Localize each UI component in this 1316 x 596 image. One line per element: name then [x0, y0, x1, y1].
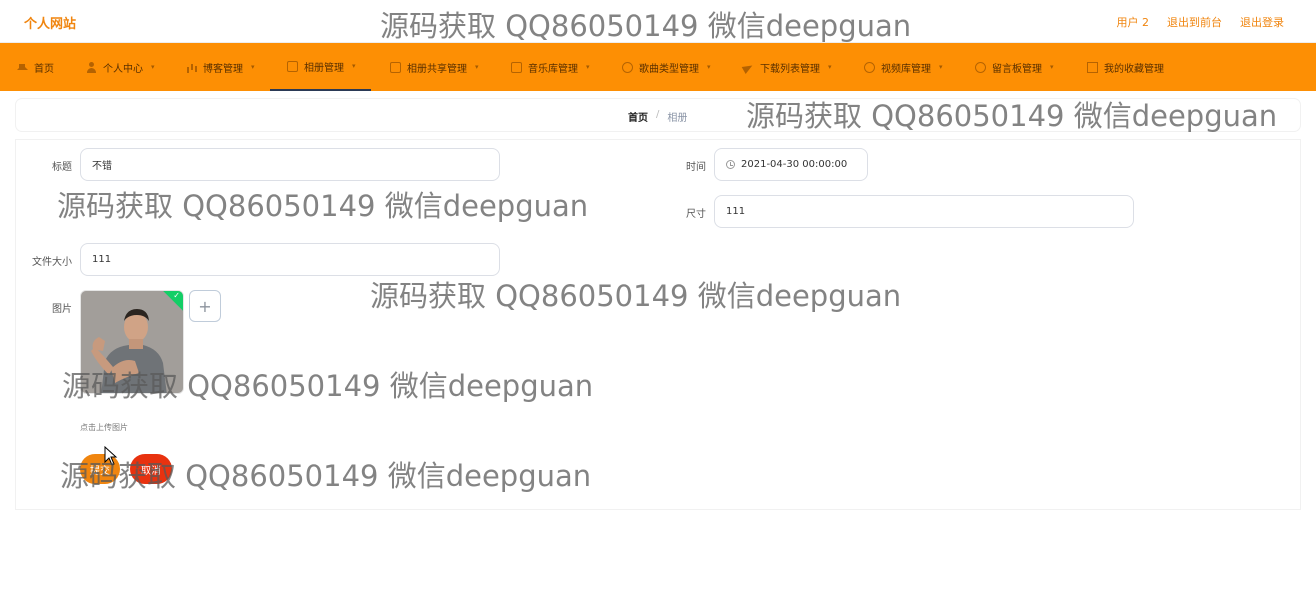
power-icon — [975, 61, 986, 73]
nav-label: 视频库管理 — [881, 63, 931, 75]
add-image-button[interactable]: + — [189, 290, 221, 322]
user-label[interactable]: 用户 2 — [1117, 14, 1150, 30]
chevron-down-icon: ▾ — [251, 63, 255, 71]
site-title: 个人网站 — [24, 17, 77, 32]
nav-item-blog[interactable]: 博客管理 ▾ — [186, 43, 255, 91]
nav-item-home[interactable]: 首页 — [17, 43, 54, 91]
nav-item-video[interactable]: 视频库管理 ▾ — [864, 43, 943, 91]
person-photo — [81, 291, 183, 393]
nav-item-favorites[interactable]: 我的收藏管理 — [1087, 43, 1164, 91]
breadcrumb-card: 首页 / 相册 — [16, 99, 1300, 131]
clock-icon — [726, 160, 735, 169]
nav-label: 相册管理 — [304, 62, 344, 74]
nav-item-album-share[interactable]: 相册共享管理 ▾ — [390, 43, 479, 91]
nav-item-music[interactable]: 音乐库管理 ▾ — [511, 43, 590, 91]
chevron-down-icon: ▾ — [707, 63, 711, 71]
chevron-down-icon: ▾ — [352, 62, 356, 70]
plane-icon — [743, 62, 754, 73]
nav-item-album[interactable]: 相册管理 ▾ — [270, 43, 371, 91]
nav-label: 首页 — [34, 63, 54, 75]
video-icon — [864, 61, 875, 73]
chevron-down-icon: ▾ — [475, 63, 479, 71]
time-picker[interactable]: 2021-04-30 00:00:00 — [714, 148, 868, 181]
chevron-down-icon: ▾ — [939, 63, 943, 71]
size-value: 111 — [726, 206, 746, 217]
chevron-down-icon: ▾ — [1050, 63, 1054, 71]
cancel-button[interactable]: 取消 — [130, 454, 172, 484]
nav-label: 歌曲类型管理 — [639, 63, 699, 75]
breadcrumb: 首页 / 相册 — [628, 109, 687, 124]
nav-label: 博客管理 — [203, 63, 243, 75]
time-value: 2021-04-30 00:00:00 — [741, 159, 848, 170]
nav-item-guestbook[interactable]: 留言板管理 ▾ — [975, 43, 1054, 91]
circle-icon — [622, 61, 633, 73]
title-input[interactable]: 不错 — [80, 148, 500, 181]
bar-chart-icon — [186, 62, 197, 73]
breadcrumb-separator: / — [656, 109, 660, 120]
check-icon: ✓ — [173, 291, 180, 300]
share-icon — [390, 61, 401, 73]
nav-label: 音乐库管理 — [528, 63, 578, 75]
filesize-input[interactable]: 111 — [80, 243, 500, 276]
title-value: 不错 — [92, 161, 112, 172]
nav-label: 相册共享管理 — [407, 63, 467, 75]
chevron-down-icon: ▾ — [828, 63, 832, 71]
upload-tip: 点击上传图片 — [80, 423, 128, 432]
breadcrumb-current: 相册 — [667, 113, 688, 124]
size-input[interactable]: 111 — [714, 195, 1134, 228]
page: 个人网站 用户 2 退出到前台 退出登录 首页 个人中心 ▾ 博客管理 ▾ 相册… — [0, 0, 1316, 596]
front-link[interactable]: 退出到前台 — [1167, 14, 1222, 30]
top-header: 个人网站 用户 2 退出到前台 退出登录 — [0, 0, 1316, 43]
breadcrumb-home[interactable]: 首页 — [628, 109, 648, 124]
chevron-down-icon: ▾ — [586, 63, 590, 71]
header-actions: 用户 2 退出到前台 退出登录 — [1117, 14, 1285, 30]
main-nav: 首页 个人中心 ▾ 博客管理 ▾ 相册管理 ▾ 相册共享管理 ▾ 音乐库管理 ▾ — [0, 43, 1316, 91]
filesize-label: 文件大小 — [32, 257, 72, 268]
nav-label: 我的收藏管理 — [1104, 63, 1164, 75]
mouse-cursor-icon — [104, 446, 118, 466]
uploaded-photo[interactable]: ✓ — [80, 290, 184, 394]
size-label: 尺寸 — [686, 209, 706, 220]
album-icon — [287, 60, 298, 72]
nav-item-song-type[interactable]: 歌曲类型管理 ▾ — [622, 43, 711, 91]
user-icon — [86, 61, 97, 73]
title-label: 标题 — [52, 162, 72, 173]
nav-label: 个人中心 — [103, 63, 143, 75]
chevron-down-icon: ▾ — [151, 63, 155, 71]
music-icon — [511, 61, 522, 73]
image-label: 图片 — [52, 304, 72, 315]
nav-label: 下载列表管理 — [760, 63, 820, 75]
doc-icon — [1087, 61, 1098, 73]
logout-link[interactable]: 退出登录 — [1240, 14, 1284, 30]
nav-item-profile[interactable]: 个人中心 ▾ — [86, 43, 155, 91]
time-label: 时间 — [686, 162, 706, 173]
filesize-value: 111 — [92, 254, 112, 265]
nav-item-downloads[interactable]: 下载列表管理 ▾ — [743, 43, 832, 91]
home-icon — [17, 59, 28, 70]
nav-label: 留言板管理 — [992, 63, 1042, 75]
